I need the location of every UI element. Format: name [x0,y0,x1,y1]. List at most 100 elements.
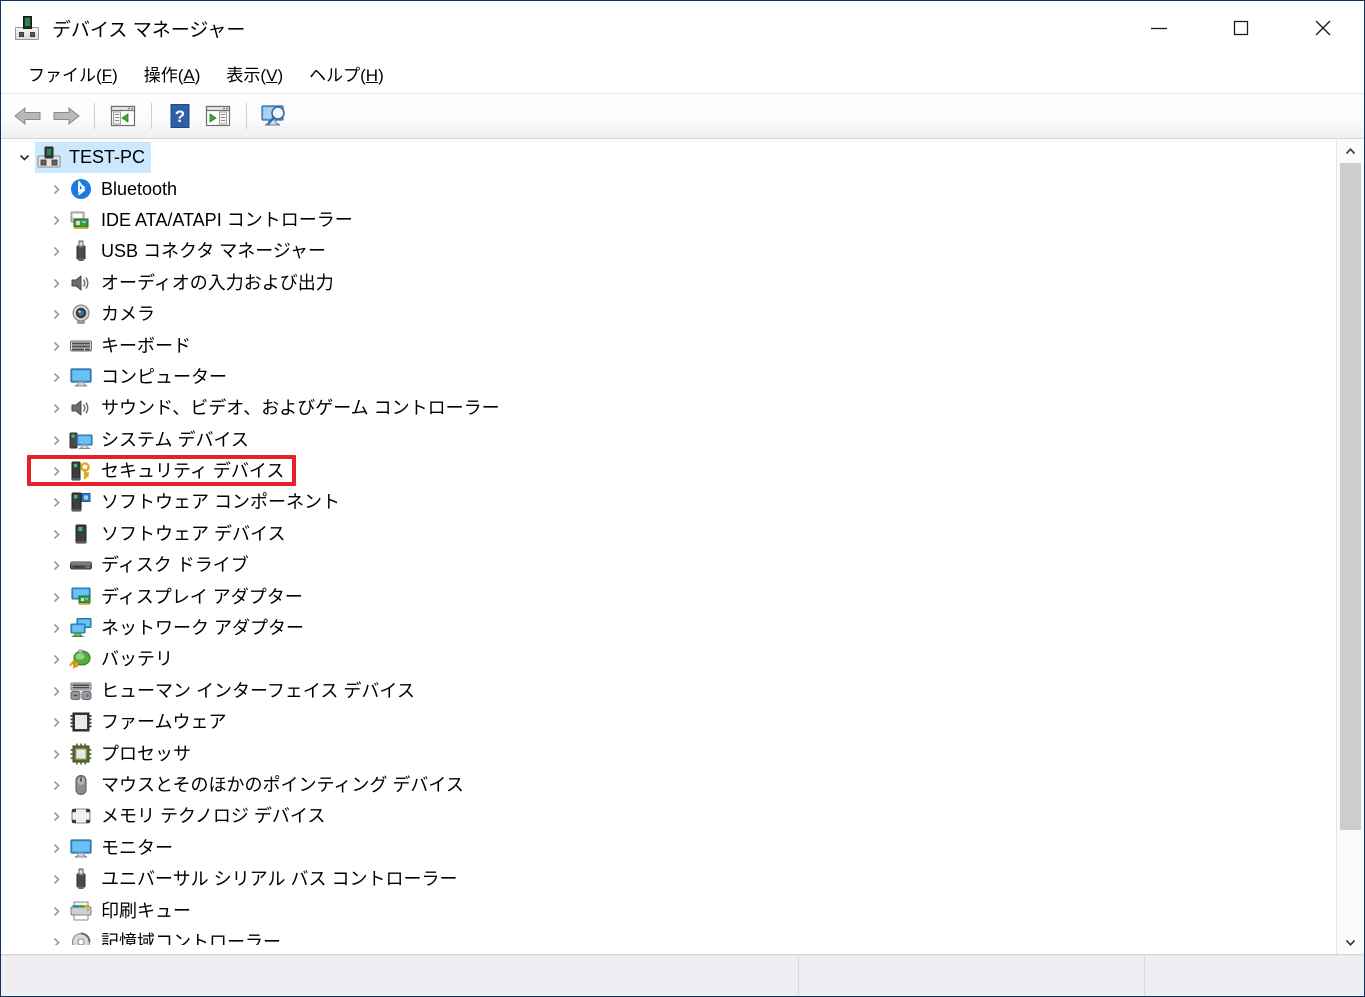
tree-item[interactable]: プロセッサ [1,738,1336,769]
properties-button[interactable] [199,99,237,133]
chevron-right-icon[interactable] [45,833,67,864]
chevron-right-icon[interactable] [45,644,67,675]
chevron-right-icon[interactable] [45,268,67,299]
tree-item[interactable]: メモリ テクノロジ デバイス [1,801,1336,832]
audio-speaker-icon [69,271,93,295]
chevron-right-icon[interactable] [45,707,67,738]
forward-button[interactable] [47,99,85,133]
tree-item[interactable]: モニター [1,833,1336,864]
scrollbar-thumb[interactable] [1340,163,1361,831]
title-bar[interactable]: デバイス マネージャー [1,1,1364,55]
tree-item[interactable]: ディスプレイ アダプター [1,581,1336,612]
menu-file-accel: F [101,66,113,85]
device-manager-window: デバイス マネージャー ファイル(F) 操作(A) 表示(V) ヘルプ(H) ?… [0,0,1365,997]
usb-connector-icon [69,867,93,891]
back-button[interactable] [9,99,47,133]
mouse-icon [69,773,93,797]
bluetooth-icon [69,177,93,201]
minimize-button[interactable] [1118,1,1200,55]
chevron-right-icon[interactable] [45,393,67,424]
software-component-icon [69,490,93,514]
chevron-right-icon[interactable] [45,896,67,927]
tree-item[interactable]: 印刷キュー [1,895,1336,926]
chevron-right-icon[interactable] [45,299,67,330]
toolbar-separator-1 [94,103,95,129]
tree-item[interactable]: ソフトウェア デバイス [1,519,1336,550]
chevron-right-icon[interactable] [45,613,67,644]
chevron-right-icon[interactable] [45,456,67,487]
tree-item-label: ディスプレイ アダプター [101,586,303,607]
tree-item[interactable]: コンピューター [1,362,1336,393]
scrollbar-track[interactable] [1337,163,1364,930]
chevron-right-icon[interactable] [45,864,67,895]
tree-children: Bluetooth IDE ATA/ATAPI コントローラー USB コネクタ マ… [1,173,1336,945]
chevron-right-icon[interactable] [45,801,67,832]
tree-item[interactable]: システム デバイス [1,425,1336,456]
chevron-right-icon[interactable] [45,582,67,613]
tree-item[interactable]: 記憶域コントローラー [1,927,1336,945]
help-button[interactable]: ? [161,99,199,133]
tree-item-label: システム デバイス [101,429,249,450]
status-pane-2 [798,956,1144,996]
usb-connector-icon [69,239,93,263]
menu-help-label: ヘルプ( [309,66,366,85]
scroll-up-arrow-icon[interactable] [1337,139,1364,163]
chevron-right-icon[interactable] [45,927,67,945]
toolbar-separator-2 [151,103,152,129]
chevron-right-icon[interactable] [45,519,67,550]
tree-item[interactable]: オーディオの入力および出力 [1,268,1336,299]
window-controls [1118,1,1364,55]
chevron-right-icon[interactable] [45,676,67,707]
tree-item[interactable]: Bluetooth [1,173,1336,204]
chevron-right-icon[interactable] [45,425,67,456]
scan-hardware-changes-button[interactable] [256,99,294,133]
chevron-right-icon[interactable] [45,739,67,770]
monitor-icon [69,836,93,860]
menu-file[interactable]: ファイル(F) [15,57,131,91]
tree-item[interactable]: ファームウェア [1,707,1336,738]
scroll-down-arrow-icon[interactable] [1337,930,1364,954]
chevron-right-icon[interactable] [45,487,67,518]
menu-view[interactable]: 表示(V) [213,57,296,91]
tree-item[interactable]: ディスク ドライブ [1,550,1336,581]
tree-item[interactable]: キーボード [1,330,1336,361]
tree-item[interactable]: カメラ [1,299,1336,330]
menu-action[interactable]: 操作(A) [131,57,214,91]
tree-item[interactable]: セキュリティ デバイス [1,456,1336,487]
menu-file-label: ファイル( [28,66,102,85]
chevron-right-icon[interactable] [45,174,67,205]
tree-item[interactable]: ソフトウェア コンポーネント [1,487,1336,518]
tree-root-test-pc[interactable]: TEST-PC [1,142,1336,174]
svg-text:?: ? [175,107,185,126]
tree-item[interactable]: マウスとそのほかのポインティング デバイス [1,770,1336,801]
chevron-right-icon[interactable] [45,205,67,236]
menu-action-tail: ) [194,66,201,85]
network-adapter-icon [69,616,93,640]
audio-speaker-icon [69,396,93,420]
tree-item[interactable]: IDE ATA/ATAPI コントローラー [1,205,1336,236]
tree-item[interactable]: バッテリ [1,644,1336,675]
device-tree[interactable]: TEST-PC Bluetooth IDE ATA/ATAPI コントローラー US… [1,139,1336,954]
maximize-button[interactable] [1200,1,1282,55]
tree-item[interactable]: ネットワーク アダプター [1,613,1336,644]
chevron-down-icon[interactable] [13,142,35,173]
forward-arrow-icon [51,104,81,128]
tree-item[interactable]: ユニバーサル シリアル バス コントローラー [1,864,1336,895]
tree-item[interactable]: USB コネクタ マネージャー [1,236,1336,267]
toolbar: ? [1,94,1364,139]
chevron-right-icon[interactable] [45,550,67,581]
tree-item[interactable]: ヒューマン インターフェイス デバイス [1,676,1336,707]
tree-item-label: ソフトウェア コンポーネント [101,492,340,513]
vertical-scrollbar[interactable] [1336,139,1364,954]
chevron-right-icon[interactable] [45,770,67,801]
content-area: TEST-PC Bluetooth IDE ATA/ATAPI コントローラー US… [1,139,1364,955]
chevron-right-icon[interactable] [45,362,67,393]
tree-root-label: TEST-PC [69,147,146,168]
menu-help-accel: H [365,66,379,85]
tree-item[interactable]: サウンド、ビデオ、およびゲーム コントローラー [1,393,1336,424]
menu-help[interactable]: ヘルプ(H) [296,57,397,91]
chevron-right-icon[interactable] [45,236,67,267]
show-hide-console-tree-button[interactable] [104,99,142,133]
close-button[interactable] [1282,1,1364,55]
chevron-right-icon[interactable] [45,331,67,362]
